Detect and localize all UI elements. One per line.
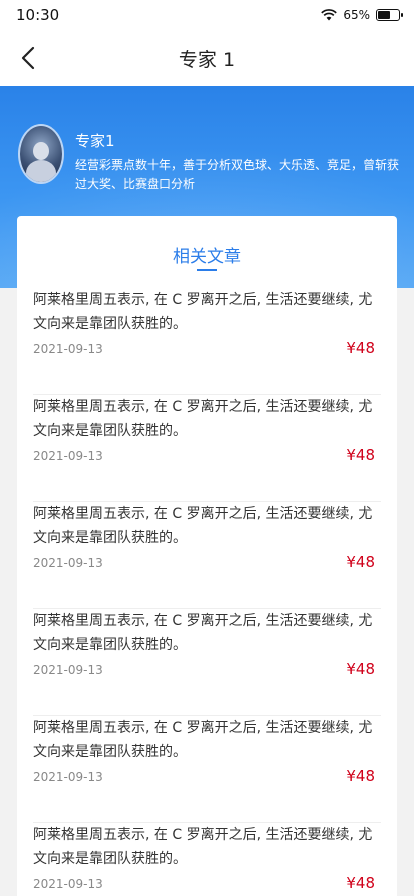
page-title: 专家 1 xyxy=(178,48,236,71)
article-date: 2021-09-13 xyxy=(33,663,103,677)
expert-description: 经营彩票点数十年，善于分析双色球、大乐透、竞足，曾斩获过大奖、比赛盘口分析 xyxy=(75,158,400,191)
nav-bar: 专家 1 xyxy=(0,30,414,86)
article-item[interactable]: 阿莱格里周五表示, 在 C 罗离开之后, 生活还要继续, 尤文向来是靠团队获胜的… xyxy=(33,288,381,395)
status-indicators: 65% xyxy=(321,8,403,22)
article-price: ¥48 xyxy=(346,874,375,892)
article-price: ¥48 xyxy=(346,660,375,678)
article-price: ¥48 xyxy=(346,339,375,357)
article-title: 阿莱格里周五表示, 在 C 罗离开之后, 生活还要继续, 尤文向来是靠团队获胜的… xyxy=(33,292,373,332)
article-date: 2021-09-13 xyxy=(33,342,103,356)
battery-icon xyxy=(376,9,403,21)
article-item[interactable]: 阿莱格里周五表示, 在 C 罗离开之后, 生活还要继续, 尤文向来是靠团队获胜的… xyxy=(33,502,381,609)
article-title: 阿莱格里周五表示, 在 C 罗离开之后, 生活还要继续, 尤文向来是靠团队获胜的… xyxy=(33,613,373,653)
article-item[interactable]: 阿莱格里周五表示, 在 C 罗离开之后, 生活还要继续, 尤文向来是靠团队获胜的… xyxy=(33,609,381,716)
wifi-icon xyxy=(321,9,338,21)
avatar[interactable] xyxy=(18,124,64,184)
article-date: 2021-09-13 xyxy=(33,449,103,463)
back-button[interactable] xyxy=(12,42,44,74)
article-price: ¥48 xyxy=(346,446,375,464)
battery-percent: 65% xyxy=(343,8,370,22)
tab-related-articles[interactable]: 相关文章 xyxy=(17,242,397,267)
chevron-left-icon xyxy=(21,46,35,70)
expert-name: 专家1 xyxy=(75,132,115,150)
status-time: 10:30 xyxy=(16,6,60,24)
article-item[interactable]: 阿莱格里周五表示, 在 C 罗离开之后, 生活还要继续, 尤文向来是靠团队获胜的… xyxy=(33,823,381,896)
avatar-face xyxy=(33,142,49,160)
article-title: 阿莱格里周五表示, 在 C 罗离开之后, 生活还要继续, 尤文向来是靠团队获胜的… xyxy=(33,827,373,867)
articles-card: 相关文章 阿莱格里周五表示, 在 C 罗离开之后, 生活还要继续, 尤文向来是靠… xyxy=(17,216,397,896)
article-date: 2021-09-13 xyxy=(33,556,103,570)
article-price: ¥48 xyxy=(346,767,375,785)
battery-level xyxy=(378,11,390,19)
article-date: 2021-09-13 xyxy=(33,770,103,784)
article-item[interactable]: 阿莱格里周五表示, 在 C 罗离开之后, 生活还要继续, 尤文向来是靠团队获胜的… xyxy=(33,716,381,823)
article-date: 2021-09-13 xyxy=(33,877,103,891)
article-title: 阿莱格里周五表示, 在 C 罗离开之后, 生活还要继续, 尤文向来是靠团队获胜的… xyxy=(33,399,373,439)
article-price: ¥48 xyxy=(346,553,375,571)
article-title: 阿莱格里周五表示, 在 C 罗离开之后, 生活还要继续, 尤文向来是靠团队获胜的… xyxy=(33,506,373,546)
status-bar: 10:30 65% xyxy=(0,0,414,30)
article-item[interactable]: 阿莱格里周五表示, 在 C 罗离开之后, 生活还要继续, 尤文向来是靠团队获胜的… xyxy=(33,395,381,502)
avatar-body xyxy=(26,160,56,182)
article-title: 阿莱格里周五表示, 在 C 罗离开之后, 生活还要继续, 尤文向来是靠团队获胜的… xyxy=(33,720,373,760)
tab-indicator xyxy=(197,269,217,271)
